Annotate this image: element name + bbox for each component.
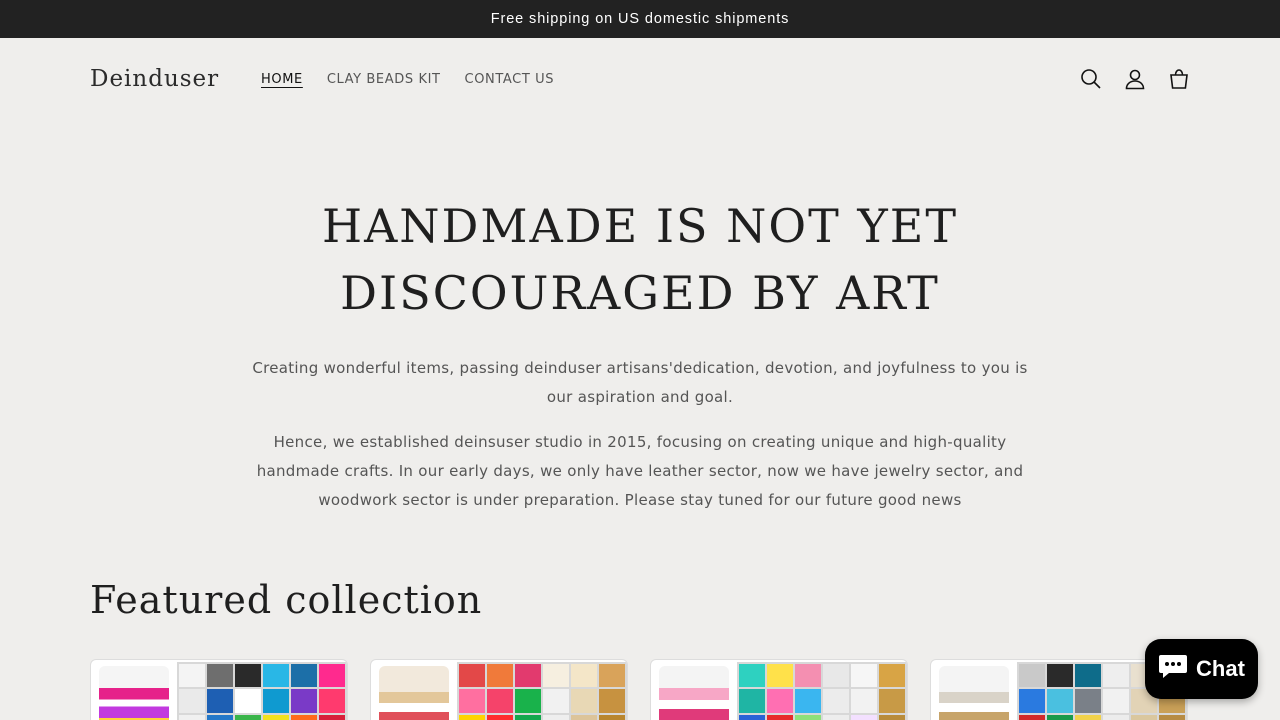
product-image-jar (659, 666, 729, 720)
product-cards (90, 659, 1188, 720)
nav-clay-beads-kit[interactable]: CLAY BEADS KIT (327, 72, 441, 87)
product-card-1[interactable] (90, 659, 348, 720)
product-image-jar (939, 666, 1009, 720)
site-header: Deinduser HOME CLAY BEADS KIT CONTACT US (0, 38, 1280, 121)
product-image-jar (99, 666, 169, 720)
product-image-beads (457, 662, 627, 720)
cart-icon[interactable] (1168, 68, 1190, 90)
announcement-text: Free shipping on US domestic shipments (490, 11, 790, 27)
product-card-3[interactable] (650, 659, 908, 720)
chat-icon (1158, 653, 1188, 685)
product-image-beads (177, 662, 347, 720)
account-icon[interactable] (1124, 68, 1146, 90)
search-icon[interactable] (1080, 68, 1102, 90)
main-nav: HOME CLAY BEADS KIT CONTACT US (261, 72, 554, 87)
hero-title: HANDMADE IS NOT YET DISCOURAGED BY ART (0, 193, 1280, 327)
chat-label: Chat (1196, 656, 1245, 681)
featured-collection-title: Featured collection (90, 578, 483, 622)
product-image-jar (379, 666, 449, 720)
header-icons (1080, 68, 1190, 90)
hero-section: HANDMADE IS NOT YET DISCOURAGED BY ART C… (0, 193, 1280, 515)
chat-button[interactable]: Chat (1145, 639, 1258, 699)
product-image-beads (737, 662, 907, 720)
product-card-2[interactable] (370, 659, 628, 720)
nav-home[interactable]: HOME (261, 72, 303, 87)
announcement-bar: Free shipping on US domestic shipments (0, 0, 1280, 38)
hero-paragraph-2: Hence, we established deinsuser studio i… (256, 433, 1024, 509)
hero-paragraph-1: Creating wonderful items, passing deindu… (252, 359, 1028, 406)
hero-title-line-1: HANDMADE IS NOT YET (321, 199, 959, 253)
brand-logo[interactable]: Deinduser (90, 66, 219, 92)
hero-title-line-2: DISCOURAGED BY ART (340, 266, 940, 320)
nav-contact-us[interactable]: CONTACT US (465, 72, 555, 87)
